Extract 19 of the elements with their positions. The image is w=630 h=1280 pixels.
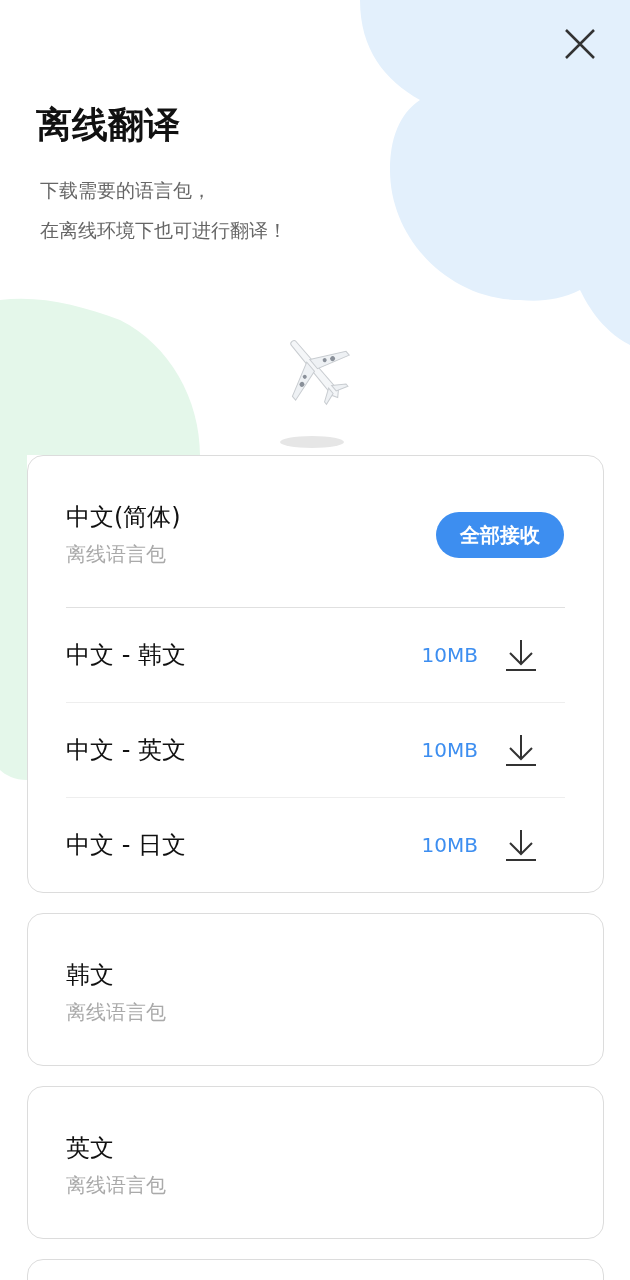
download-icon[interactable] [504, 828, 538, 862]
package-label: 离线语言包 [66, 999, 166, 1026]
package-label: 离线语言包 [66, 1172, 166, 1199]
file-size: 10MB [421, 738, 478, 762]
language-pair[interactable]: 中文 - 日文 [66, 829, 422, 861]
file-size: 10MB [421, 833, 478, 857]
language-name: 英文 [66, 1133, 114, 1164]
close-icon[interactable] [564, 28, 596, 60]
download-icon[interactable] [504, 733, 538, 767]
download-icon[interactable] [504, 638, 538, 672]
package-label: 离线语言包 [66, 541, 166, 568]
page-title: 离线翻译 [36, 103, 180, 147]
language-name: 中文(简体) [66, 502, 181, 533]
description-text: 下载需要的语言包， [40, 178, 211, 203]
language-name: 韩文 [66, 960, 114, 991]
language-pair[interactable]: 中文 - 韩文 [66, 639, 422, 671]
description-text: 在离线环境下也可进行翻译！ [40, 218, 287, 243]
language-pair[interactable]: 中文 - 英文 [66, 734, 422, 766]
file-size: 10MB [421, 643, 478, 667]
